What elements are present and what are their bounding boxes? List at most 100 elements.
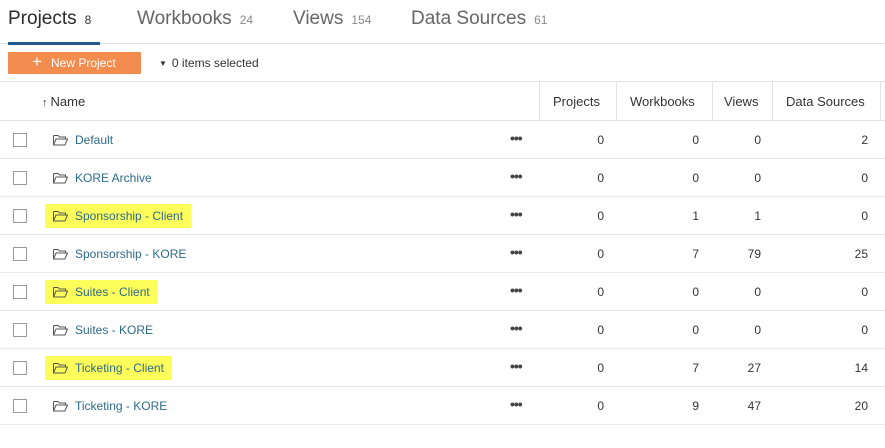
column-header-data-sources-label: Data Sources	[786, 94, 865, 109]
projects-count: 0	[597, 399, 604, 413]
folder-icon	[53, 324, 68, 336]
folder-icon	[53, 210, 68, 222]
data-sources-count: 25	[854, 247, 868, 261]
workbooks-count: 0	[692, 285, 699, 299]
tab-workbooks[interactable]: Workbooks 24	[137, 8, 253, 44]
column-divider	[772, 82, 773, 121]
table-row: Sponsorship - KORE ••• 0 7 79 25	[0, 235, 885, 273]
projects-count: 0	[597, 247, 604, 261]
project-name-link[interactable]: KORE Archive	[75, 171, 152, 185]
more-actions-icon[interactable]: •••	[510, 169, 530, 183]
views-count: 0	[754, 323, 761, 337]
projects-count: 0	[597, 133, 604, 147]
more-actions-icon[interactable]: •••	[510, 359, 530, 373]
column-divider	[539, 82, 540, 121]
views-count: 47	[747, 399, 761, 413]
row-checkbox[interactable]	[13, 171, 27, 185]
workbooks-count: 7	[692, 361, 699, 375]
data-sources-count: 2	[861, 133, 868, 147]
projects-count: 0	[597, 171, 604, 185]
project-name-link[interactable]: Default	[75, 133, 113, 147]
table-header: ↑ Name Projects Workbooks Views Data Sour…	[0, 82, 885, 121]
column-header-projects-label: Projects	[553, 94, 600, 109]
column-header-name-label: Name	[50, 94, 86, 109]
row-checkbox[interactable]	[13, 133, 27, 147]
projects-count: 0	[597, 361, 604, 375]
project-name-link[interactable]: Sponsorship - Client	[75, 209, 183, 223]
table-row: Default ••• 0 0 0 2	[0, 121, 885, 159]
workbooks-count: 0	[692, 133, 699, 147]
tab-data-sources[interactable]: Data Sources 61	[411, 8, 547, 44]
project-name-link[interactable]: Sponsorship - KORE	[75, 247, 186, 261]
views-count: 0	[754, 285, 761, 299]
column-header-views[interactable]: Views	[724, 82, 758, 121]
tab-views-count: 154	[351, 13, 372, 27]
projects-count: 0	[597, 323, 604, 337]
column-header-name[interactable]: ↑ Name	[42, 82, 85, 121]
data-sources-count: 0	[861, 323, 868, 337]
project-name-link[interactable]: Ticketing - KORE	[75, 399, 167, 413]
folder-icon	[53, 172, 68, 184]
row-checkbox[interactable]	[13, 323, 27, 337]
table-row: Ticketing - Client ••• 0 7 27 14	[0, 349, 885, 387]
tab-workbooks-label: Workbooks	[137, 8, 232, 29]
project-name-cell: Ticketing - Client	[45, 356, 172, 380]
sort-ascending-icon: ↑	[42, 97, 48, 109]
data-sources-count: 20	[854, 399, 868, 413]
folder-icon	[53, 286, 68, 298]
tab-projects-count: 8	[84, 13, 92, 27]
column-divider	[880, 82, 881, 121]
selection-count-text: 0 items selected	[171, 56, 259, 70]
plus-icon: +	[32, 52, 42, 71]
folder-icon	[53, 400, 68, 412]
caret-down-icon: ▼	[159, 59, 167, 68]
row-checkbox[interactable]	[13, 361, 27, 375]
row-checkbox[interactable]	[13, 209, 27, 223]
column-divider	[616, 82, 617, 121]
more-actions-icon[interactable]: •••	[510, 397, 530, 411]
project-name-cell: Suites - KORE	[45, 318, 161, 342]
table-row: Sponsorship - Client ••• 0 1 1 0	[0, 197, 885, 235]
tab-projects[interactable]: Projects 8	[8, 8, 100, 45]
table-row: Suites - Client ••• 0 0 0 0	[0, 273, 885, 311]
column-header-workbooks-label: Workbooks	[630, 94, 695, 109]
row-checkbox[interactable]	[13, 285, 27, 299]
column-header-data-sources[interactable]: Data Sources	[786, 82, 865, 121]
project-name-link[interactable]: Ticketing - Client	[75, 361, 164, 375]
project-name-link[interactable]: Suites - KORE	[75, 323, 153, 337]
content-type-tabs: Projects 8 Workbooks 24 Views 154 Data Sour…	[0, 0, 885, 45]
project-name-link[interactable]: Suites - Client	[75, 285, 150, 299]
tab-views[interactable]: Views 154	[293, 8, 371, 44]
project-name-cell: Sponsorship - KORE	[45, 242, 194, 266]
views-count: 79	[747, 247, 761, 261]
row-checkbox[interactable]	[13, 399, 27, 413]
views-count: 1	[754, 209, 761, 223]
folder-icon	[53, 248, 68, 260]
new-project-label: New Project	[51, 56, 116, 70]
tab-data-sources-count: 61	[534, 13, 548, 27]
selection-dropdown[interactable]: ▼ 0 items selected	[159, 56, 259, 70]
table-row: KORE Archive ••• 0 0 0 0	[0, 159, 885, 197]
folder-icon	[53, 134, 68, 146]
more-actions-icon[interactable]: •••	[510, 131, 530, 145]
more-actions-icon[interactable]: •••	[510, 321, 530, 335]
more-actions-icon[interactable]: •••	[510, 245, 530, 259]
data-sources-count: 14	[854, 361, 868, 375]
data-sources-count: 0	[861, 209, 868, 223]
row-checkbox[interactable]	[13, 247, 27, 261]
new-project-button[interactable]: + New Project	[8, 52, 141, 74]
project-name-cell: Sponsorship - Client	[45, 204, 192, 228]
table-row: Ticketing - KORE ••• 0 9 47 20	[0, 387, 885, 425]
tab-data-sources-label: Data Sources	[411, 8, 527, 29]
project-name-cell: Ticketing - KORE	[45, 394, 175, 418]
column-header-workbooks[interactable]: Workbooks	[630, 82, 695, 121]
column-header-projects[interactable]: Projects	[553, 82, 600, 121]
more-actions-icon[interactable]: •••	[510, 283, 530, 297]
column-divider	[712, 82, 713, 121]
tab-workbooks-count: 24	[239, 13, 254, 27]
column-header-views-label: Views	[724, 94, 759, 109]
workbooks-count: 1	[692, 209, 699, 223]
more-actions-icon[interactable]: •••	[510, 207, 530, 221]
project-name-cell: Default	[45, 128, 121, 152]
workbooks-count: 0	[692, 323, 699, 337]
